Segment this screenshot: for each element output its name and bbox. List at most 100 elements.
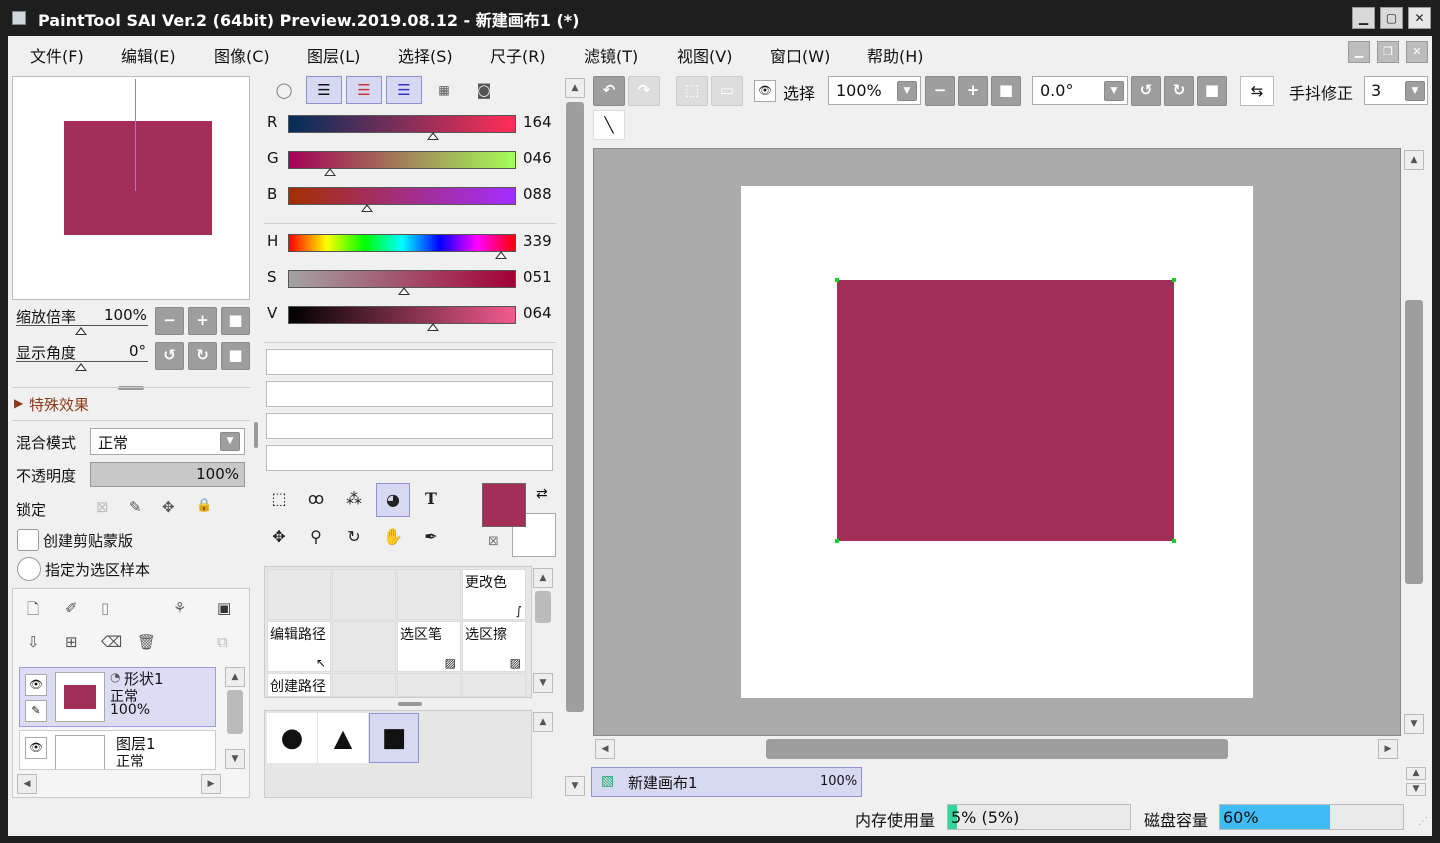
swatches-tab[interactable]: ▦ (426, 76, 462, 104)
zoom-slider[interactable] (16, 325, 148, 326)
rotate-tool[interactable]: ↻ (337, 521, 371, 555)
lock-paint-icon[interactable]: ✎ (129, 498, 142, 516)
zoom-in-button[interactable]: + (188, 307, 217, 335)
scratchpad-tab[interactable]: ◙ (466, 76, 502, 104)
invert-selection-button[interactable]: ▭ (711, 76, 743, 106)
b-slider[interactable] (288, 187, 516, 205)
new-layer-icon[interactable]: 🗋 (27, 599, 39, 624)
menu-layer[interactable]: 图层(L) (307, 43, 360, 67)
tool-cell-edit-path[interactable]: 编辑路径 ↖ (267, 621, 331, 672)
color-wheel-tab[interactable]: ◯ (266, 76, 302, 104)
blend-mode-select[interactable]: 正常 ▼ (90, 428, 245, 455)
canvas-rotate-right-button[interactable]: ↻ (1164, 76, 1194, 106)
doc-close-button[interactable]: ✕ (1406, 41, 1428, 63)
line-tool-button[interactable]: ╲ (593, 110, 625, 140)
opacity-slider[interactable]: 100% (90, 462, 245, 487)
anchor-point-handle[interactable] (835, 278, 839, 282)
h-value[interactable]: 339 (523, 232, 552, 250)
menu-window[interactable]: 窗口(W) (770, 43, 830, 67)
menu-file[interactable]: 文件(F) (30, 43, 84, 67)
rgb-slider-tab[interactable]: ☰ (306, 76, 342, 104)
zoom-out-button[interactable]: − (155, 307, 184, 335)
menu-help[interactable]: 帮助(H) (867, 43, 924, 67)
r-value[interactable]: 164 (523, 113, 552, 131)
shape-tool[interactable]: ◕ (376, 483, 410, 517)
clip-mask-label[interactable]: 创建剪贴蒙版 (43, 530, 133, 551)
g-slider[interactable] (288, 151, 516, 169)
tool-cell-selection-eraser[interactable]: 选区擦 ▨ (462, 621, 526, 672)
circle-shape-button[interactable]: ● (267, 713, 317, 763)
chevron-down-icon[interactable]: ▼ (1405, 81, 1425, 101)
canvas-document[interactable] (741, 186, 1253, 698)
chevron-down-icon[interactable]: ▼ (897, 81, 917, 101)
middle-scroll-thumb[interactable] (566, 102, 584, 712)
canvas-vscroll-thumb[interactable] (1405, 300, 1423, 584)
mixer-tab[interactable]: ☰ (386, 76, 422, 104)
tool-cell-empty[interactable] (267, 569, 331, 620)
effects-label[interactable]: 特殊效果 (29, 394, 89, 415)
canvas-angle-select[interactable]: 0.0° ▼ (1032, 76, 1128, 105)
chevron-down-icon[interactable]: ▼ (1104, 81, 1124, 101)
rotate-reset-button[interactable]: ■ (221, 342, 250, 370)
r-slider-thumb[interactable] (427, 132, 439, 140)
eye-icon[interactable]: 👁 (754, 80, 776, 102)
selection-sample-checkbox[interactable] (17, 557, 41, 581)
triangle-shape-button[interactable]: ▲ (318, 713, 368, 763)
layer-effect-icon[interactable]: ⚘ (173, 599, 186, 617)
selection-sample-label[interactable]: 指定为选区样本 (45, 559, 150, 580)
angle-slider-thumb[interactable] (75, 363, 87, 371)
merge-layer-icon[interactable]: ⊞ (65, 633, 78, 651)
text-tool[interactable]: T (414, 483, 448, 517)
zoom-tool[interactable]: ⚲ (299, 521, 333, 555)
middle-scroll-down-button[interactable]: ▼ (565, 776, 585, 796)
s-slider-thumb[interactable] (398, 287, 410, 295)
tool-cell-empty[interactable] (332, 621, 396, 672)
resize-grip-icon[interactable]: ⋰ (1418, 816, 1428, 827)
edit-pen-icon[interactable]: ✎ (25, 700, 47, 722)
r-slider[interactable] (288, 115, 516, 133)
canvas-hscroll-right-button[interactable]: ▶ (1378, 739, 1398, 759)
tool-cell-empty[interactable] (397, 569, 461, 620)
layer-scroll-down-button[interactable]: ▼ (225, 749, 245, 769)
middle-scrollbar[interactable]: ▲ ▼ (562, 70, 590, 800)
layer-hscroll-left-button[interactable]: ◀ (17, 774, 37, 794)
tab-scroll-up-button[interactable]: ▲ (1406, 767, 1426, 780)
layer-scroll-up-button[interactable]: ▲ (225, 667, 245, 687)
clip-mask-checkbox[interactable] (17, 529, 39, 551)
canvas-rotate-reset-button[interactable]: ■ (1197, 76, 1227, 106)
s-slider[interactable] (288, 270, 516, 288)
flip-horizontal-button[interactable]: ⇆ (1240, 76, 1274, 106)
menu-select[interactable]: 选择(S) (398, 43, 453, 67)
menu-edit[interactable]: 编辑(E) (121, 43, 176, 67)
menu-filter[interactable]: 滤镜(T) (584, 43, 638, 67)
zoom-reset-button[interactable]: ■ (221, 307, 250, 335)
rotate-right-button[interactable]: ↻ (188, 342, 217, 370)
stabilizer-select[interactable]: 3 ▼ (1364, 76, 1428, 105)
trash-icon[interactable]: 🗑 (137, 633, 156, 651)
undo-button[interactable]: ↶ (593, 76, 625, 106)
eyedropper-tool[interactable]: ✒ (414, 521, 448, 555)
panel-splitter[interactable] (398, 702, 422, 706)
visibility-eye-icon[interactable]: 👁 (25, 674, 47, 696)
anchor-point-handle[interactable] (835, 539, 839, 543)
menu-view[interactable]: 视图(V) (677, 43, 732, 67)
canvas-rectangle-shape[interactable] (835, 278, 1176, 543)
h-slider-thumb[interactable] (495, 251, 507, 259)
tab-scroll-down-button[interactable]: ▼ (1406, 783, 1426, 796)
tool-cell-create-path[interactable]: 创建路径 (267, 673, 331, 697)
layer-row[interactable]: 👁 图层1 正常 (19, 730, 216, 770)
expand-arrow-icon[interactable]: ▶ (14, 396, 23, 410)
tool-cell-empty[interactable] (332, 569, 396, 620)
tool-grid-scroll-thumb[interactable] (535, 591, 551, 623)
v-slider[interactable] (288, 306, 516, 324)
v-slider-thumb[interactable] (427, 323, 439, 331)
tool-cell-empty[interactable] (332, 673, 396, 697)
anchor-point-handle[interactable] (1172, 278, 1176, 282)
anchor-point-handle[interactable] (1172, 539, 1176, 543)
layer-row-selected[interactable]: 👁 ✎ ◔ 形状1 正常 100% (19, 667, 216, 727)
canvas-zoom-in-button[interactable]: + (958, 76, 988, 106)
hand-tool[interactable]: ✋ (376, 521, 410, 555)
middle-scroll-up-button[interactable]: ▲ (565, 78, 585, 98)
canvas-zoom-reset-button[interactable]: ■ (991, 76, 1021, 106)
rotate-left-button[interactable]: ↺ (155, 342, 184, 370)
